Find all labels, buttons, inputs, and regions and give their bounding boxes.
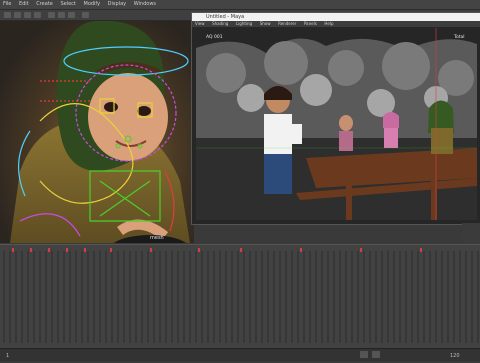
shelf-icon-scale[interactable]	[34, 12, 41, 18]
panel-menu-lighting[interactable]: Lighting	[236, 21, 252, 26]
keyframe-marker	[30, 248, 32, 252]
keyframe-marker	[150, 248, 152, 252]
menu-edit[interactable]: Edit	[19, 1, 29, 8]
window-title: Untitled - Maya	[192, 13, 480, 21]
stop-button[interactable]	[372, 351, 380, 358]
scene-viewport[interactable]: AQ 001 Total	[196, 28, 477, 220]
menu-select[interactable]: Select	[60, 1, 75, 8]
picnic-scene: AQ 001 Total	[196, 28, 477, 220]
menu-bar: File Edit Create Select Modify Display W…	[0, 0, 480, 10]
panel-menu-bar: View Shading Lighting Show Renderer Pane…	[192, 21, 480, 27]
timeline-grid	[3, 248, 479, 343]
hud-readout: AQ 001	[206, 34, 223, 40]
status-bar: 1 120	[0, 348, 480, 361]
character-rig-viewport[interactable]: mesh	[0, 21, 194, 243]
keyframe-marker	[12, 248, 14, 252]
keyframe-marker	[360, 248, 362, 252]
keyframe-marker	[300, 248, 302, 252]
menu-modify[interactable]: Modify	[84, 1, 101, 8]
shelf-icon-camera[interactable]	[82, 12, 89, 18]
menu-display[interactable]: Display	[108, 1, 126, 8]
character-rig-scene: mesh	[10, 21, 190, 243]
channel-box-strip[interactable]	[462, 223, 480, 244]
menu-create[interactable]: Create	[36, 1, 53, 8]
shelf-icon-render[interactable]	[58, 12, 65, 18]
shelf-icon-select[interactable]	[4, 12, 11, 18]
shelf-icon-ipr[interactable]	[68, 12, 75, 18]
panel-menu-renderer[interactable]: Renderer	[278, 21, 296, 26]
graph-editor-timeline[interactable]	[0, 244, 480, 349]
menu-file[interactable]: File	[3, 1, 11, 8]
panel-menu-panels[interactable]: Panels	[304, 21, 317, 26]
shelf-icon-move[interactable]	[14, 12, 21, 18]
frame-end: 120	[450, 353, 460, 359]
panel-menu-view[interactable]: View	[195, 21, 205, 26]
panel-menu-show[interactable]: Show	[260, 21, 271, 26]
keyframe-marker	[198, 248, 200, 252]
keyframe-marker	[48, 248, 50, 252]
shelf-icon-rotate[interactable]	[24, 12, 31, 18]
render-view-window[interactable]: Untitled - Maya View Shading Lighting Sh…	[191, 12, 480, 225]
keyframe-marker	[240, 248, 242, 252]
play-button[interactable]	[360, 351, 368, 358]
menu-windows[interactable]: Windows	[134, 1, 156, 8]
keyframe-marker	[110, 248, 112, 252]
panel-menu-shading[interactable]: Shading	[212, 21, 228, 26]
keyframe-marker	[420, 248, 422, 252]
frame-start: 1	[6, 353, 9, 359]
keyframe-marker	[66, 248, 68, 252]
viewport-label: mesh	[150, 235, 164, 241]
panel-menu-help[interactable]: Help	[324, 21, 333, 26]
hud-total: Total	[453, 34, 465, 40]
keyframe-marker	[84, 248, 86, 252]
shelf-icon-snap[interactable]	[48, 12, 55, 18]
